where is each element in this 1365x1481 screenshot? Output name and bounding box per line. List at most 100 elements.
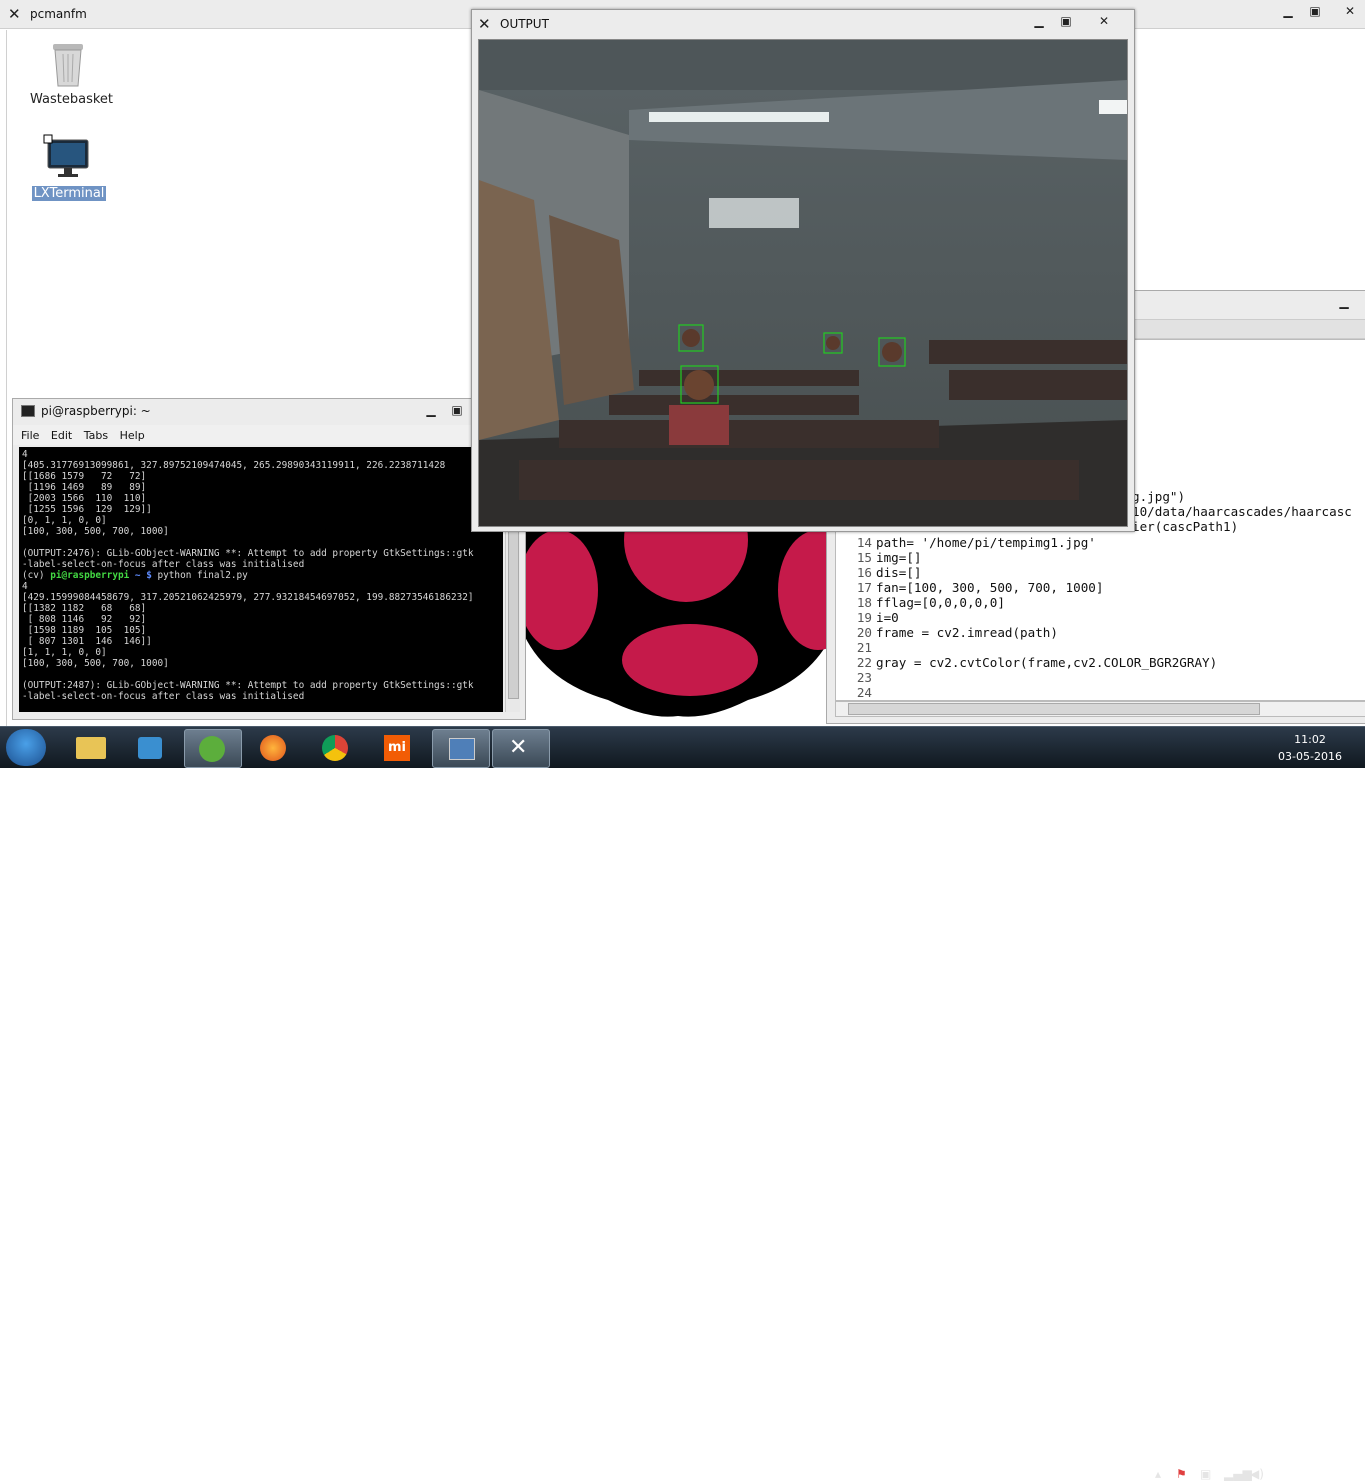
terminal-prompt-line: (cv) pi@raspberrypi ~ $ python final2.py <box>22 570 503 581</box>
terminal-line: [405.31776913099861, 327.89752109474045,… <box>22 460 446 471</box>
output-minimize-button[interactable]: ▁ <box>1027 12 1051 30</box>
x-logo-icon: ✕ <box>509 735 528 760</box>
menu-edit[interactable]: Edit <box>51 429 72 442</box>
raspberry-pi-logo <box>518 520 838 720</box>
taskbar-firefox[interactable] <box>246 729 302 766</box>
firefox-icon <box>260 735 286 761</box>
editor-line: 22 gray = cv2.cvtColor(frame,cv2.COLOR_BG… <box>836 655 1217 670</box>
terminal-output[interactable]: 4 [405.31776913099861, 327.8975210947404… <box>19 447 503 712</box>
terminal-line: (OUTPUT:2476): GLib-GObject-WARNING **: … <box>22 548 474 559</box>
maximize-button[interactable]: ▣ <box>1303 2 1327 20</box>
monitor-icon <box>43 134 89 177</box>
terminal-line: [1196 1469 89 89] <box>22 482 147 493</box>
output-title: OUTPUT <box>500 17 549 31</box>
terminal-line: (OUTPUT:2487): GLib-GObject-WARNING **: … <box>22 680 474 691</box>
terminal-menubar: File Edit Tabs Help <box>13 425 523 445</box>
close-button[interactable]: ✕ <box>1338 2 1362 20</box>
output-window[interactable]: ✕ OUTPUT ▁ ▣ ✕ <box>471 9 1135 532</box>
line-number: 16 <box>856 565 872 580</box>
editor-line: 16 dis=[] <box>836 565 922 580</box>
show-hidden-icons[interactable]: ▴ <box>1155 1467 1161 1481</box>
minimize-button[interactable]: ▁ <box>1276 2 1300 20</box>
clock-time[interactable]: 11:02 <box>1290 733 1330 746</box>
terminal-window[interactable]: pi@raspberrypi: ~ ▁ ▣ File Edit Tabs Hel… <box>12 398 526 720</box>
terminal-title: pi@raspberrypi: ~ <box>41 404 151 418</box>
taskbar-xming[interactable]: ✕ <box>492 729 550 768</box>
output-maximize-button[interactable]: ▣ <box>1054 12 1078 30</box>
taskbar-file-explorer[interactable] <box>62 729 118 766</box>
terminal-line: [ 808 1146 92 92] <box>22 614 147 625</box>
desktop-icon-lxterminal[interactable]: LXTerminal <box>30 134 108 204</box>
editor-line: 18 fflag=[0,0,0,0,0] <box>836 595 1005 610</box>
terminal-line: [429.15999084458679, 317.20521062425979,… <box>22 592 474 603</box>
network-signal-icon[interactable]: ▂▄▆ <box>1224 1467 1252 1481</box>
line-number: 22 <box>856 655 872 670</box>
prompt-path: ~ $ <box>129 570 152 581</box>
terminal-line: [[1686 1579 72 72] <box>22 471 147 482</box>
terminal-text-block-1: 4 [405.31776913099861, 327.8975210947404… <box>22 449 503 570</box>
editor-line: 21 <box>836 640 876 655</box>
menu-file[interactable]: File <box>21 429 39 442</box>
taskbar-media-player[interactable] <box>122 729 178 766</box>
desktop-icon-wastebasket[interactable]: Wastebasket <box>30 38 113 108</box>
editor-line-partial: g.jpg") <box>1132 489 1186 504</box>
output-close-button[interactable]: ✕ <box>1092 12 1116 30</box>
line-number: 17 <box>856 580 872 595</box>
terminal-icon <box>21 405 35 417</box>
editor-line-partial: ier(cascPath1) <box>1132 519 1239 534</box>
code-text: fan=[100, 300, 500, 700, 1000] <box>876 580 1104 595</box>
trash-icon <box>53 44 83 87</box>
terminal-line: [[1382 1182 68 68] <box>22 603 147 614</box>
prompt-prefix: (cv) <box>22 570 51 581</box>
editor-line-partial: 10/data/haarcascades/haarcasc <box>1132 504 1352 519</box>
line-number: 23 <box>856 670 872 685</box>
x-logo-icon: ✕ <box>8 5 21 23</box>
terminal-text-block-2: 4 [429.15999084458679, 317.2052106242597… <box>22 581 503 702</box>
line-number: 24 <box>856 685 872 700</box>
taskbar-mi[interactable]: mi <box>370 729 426 766</box>
globe-icon <box>199 736 225 762</box>
pcmanfm-title: pcmanfm <box>30 7 87 21</box>
editor-line: 17 fan=[100, 300, 500, 700, 1000] <box>836 580 1104 595</box>
desktop-icon-label: LXTerminal <box>32 186 106 201</box>
terminal-maximize-button[interactable]: ▣ <box>445 401 469 419</box>
device-icon[interactable]: ▣ <box>1200 1467 1211 1481</box>
line-number: 20 <box>856 625 872 640</box>
editor-line: 23 <box>836 670 876 685</box>
taskbar-network-app[interactable] <box>184 729 242 768</box>
taskbar-chrome[interactable] <box>308 729 364 766</box>
code-text: i=0 <box>876 610 899 625</box>
menu-tabs[interactable]: Tabs <box>84 429 108 442</box>
terminal-minimize-button[interactable]: ▁ <box>419 401 443 419</box>
terminal-line: [1255 1596 129 129]] <box>22 504 152 515</box>
menu-help[interactable]: Help <box>120 429 145 442</box>
line-number: 18 <box>856 595 872 610</box>
start-button[interactable] <box>6 729 46 766</box>
terminal-line: [0, 1, 1, 0, 0] <box>22 515 107 526</box>
action-center-icon[interactable]: ⚑ <box>1176 1467 1187 1481</box>
editor-line: 20 frame = cv2.imread(path) <box>836 625 1058 640</box>
code-text: gray = cv2.cvtColor(frame,cv2.COLOR_BGR2… <box>876 655 1218 670</box>
editor-hscroll-thumb[interactable] <box>848 703 1260 715</box>
volume-icon[interactable]: ◀) <box>1250 1467 1264 1481</box>
line-number: 19 <box>856 610 872 625</box>
terminal-line: 4 <box>22 449 28 460</box>
folder-icon <box>76 737 106 759</box>
terminal-line: [2003 1566 110 110] <box>22 493 147 504</box>
editor-minimize-button[interactable]: ▁ <box>1332 293 1356 311</box>
prompt-user: pi@raspberrypi <box>50 570 130 581</box>
code-text: img=[] <box>876 550 922 565</box>
taskbar: mi ✕ ▴ ⚑ ▣ ▂▄▆ ◀) <box>0 726 1365 1481</box>
taskbar-remote-desktop[interactable] <box>432 729 490 768</box>
terminal-line: [100, 300, 500, 700, 1000] <box>22 658 169 669</box>
terminal-scroll-thumb[interactable] <box>508 507 519 699</box>
chrome-icon <box>322 735 348 761</box>
editor-hscrollbar[interactable] <box>835 701 1365 717</box>
camera-frame-image <box>478 39 1128 527</box>
clock-date[interactable]: 03-05-2016 <box>1278 750 1342 763</box>
classroom-photo <box>479 40 1127 526</box>
terminal-line: -label-select-on-focus after class was i… <box>22 559 305 570</box>
prompt-command: python final2.py <box>151 570 248 581</box>
line-number: 14 <box>856 535 872 550</box>
editor-line: 14 path= '/home/pi/tempimg1.jpg' <box>836 535 1096 550</box>
